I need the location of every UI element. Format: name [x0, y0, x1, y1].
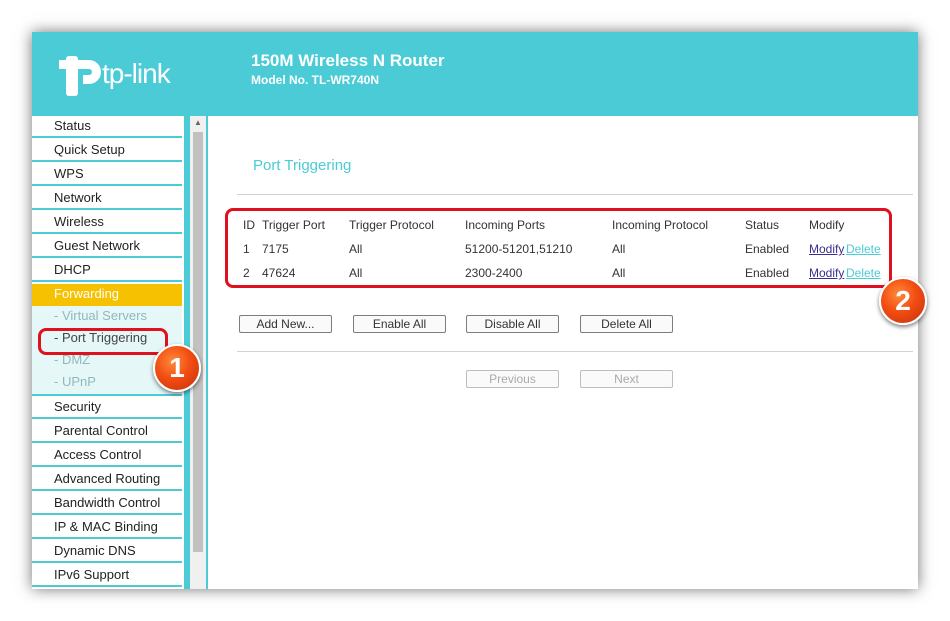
- delete-all-button[interactable]: Delete All: [580, 315, 673, 333]
- highlight-port-triggering: [38, 328, 168, 355]
- sidebar-item-bandwidth-control[interactable]: Bandwidth Control: [32, 493, 182, 515]
- title-divider: [237, 194, 913, 195]
- next-button[interactable]: Next: [580, 370, 673, 388]
- previous-button[interactable]: Previous: [466, 370, 559, 388]
- page-title: Port Triggering: [253, 157, 352, 174]
- sidebar-item-ip-mac-binding[interactable]: IP & MAC Binding: [32, 517, 182, 539]
- step-2-badge: 2: [879, 277, 927, 325]
- sidebar-item-forwarding[interactable]: Forwarding: [32, 284, 182, 306]
- sidebar-item-dhcp[interactable]: DHCP: [32, 260, 182, 282]
- sidebar-item-dynamic-dns[interactable]: Dynamic DNS: [32, 541, 182, 563]
- router-title: 150M Wireless N Router: [251, 51, 445, 70]
- sidebar-item-parental-control[interactable]: Parental Control: [32, 421, 182, 443]
- scrollbar-thumb[interactable]: [193, 132, 203, 552]
- sidebar-item-advanced-routing[interactable]: Advanced Routing: [32, 469, 182, 491]
- sidebar-item-network[interactable]: Network: [32, 188, 182, 210]
- enable-all-button[interactable]: Enable All: [353, 315, 446, 333]
- sidebar-item-quick-setup[interactable]: Quick Setup: [32, 140, 182, 162]
- sidebar-item-security[interactable]: Security: [32, 397, 182, 419]
- sidebar-item-access-control[interactable]: Access Control: [32, 445, 182, 467]
- sidebar-subitem-virtual-servers[interactable]: - Virtual Servers: [32, 306, 182, 328]
- step-1-badge: 1: [153, 344, 201, 392]
- buttons-divider: [237, 351, 913, 352]
- router-model: Model No. TL-WR740N: [251, 73, 379, 87]
- sidebar-item-wps[interactable]: WPS: [32, 164, 182, 186]
- sidebar-item-ipv6-support[interactable]: IPv6 Support: [32, 565, 182, 587]
- sidebar-item-status[interactable]: Status: [32, 116, 182, 138]
- header-bar: tp-link 150M Wireless N Router Model No.…: [32, 32, 918, 116]
- router-admin-window: tp-link 150M Wireless N Router Model No.…: [32, 32, 918, 589]
- scroll-up-arrow-icon[interactable]: ▲: [190, 116, 206, 130]
- sidebar-item-guest-network[interactable]: Guest Network: [32, 236, 182, 258]
- logo-text: tp-link: [102, 58, 171, 89]
- highlight-rules-table: [225, 208, 892, 288]
- sidebar-item-wireless[interactable]: Wireless: [32, 212, 182, 234]
- disable-all-button[interactable]: Disable All: [466, 315, 559, 333]
- add-new-button[interactable]: Add New...: [239, 315, 332, 333]
